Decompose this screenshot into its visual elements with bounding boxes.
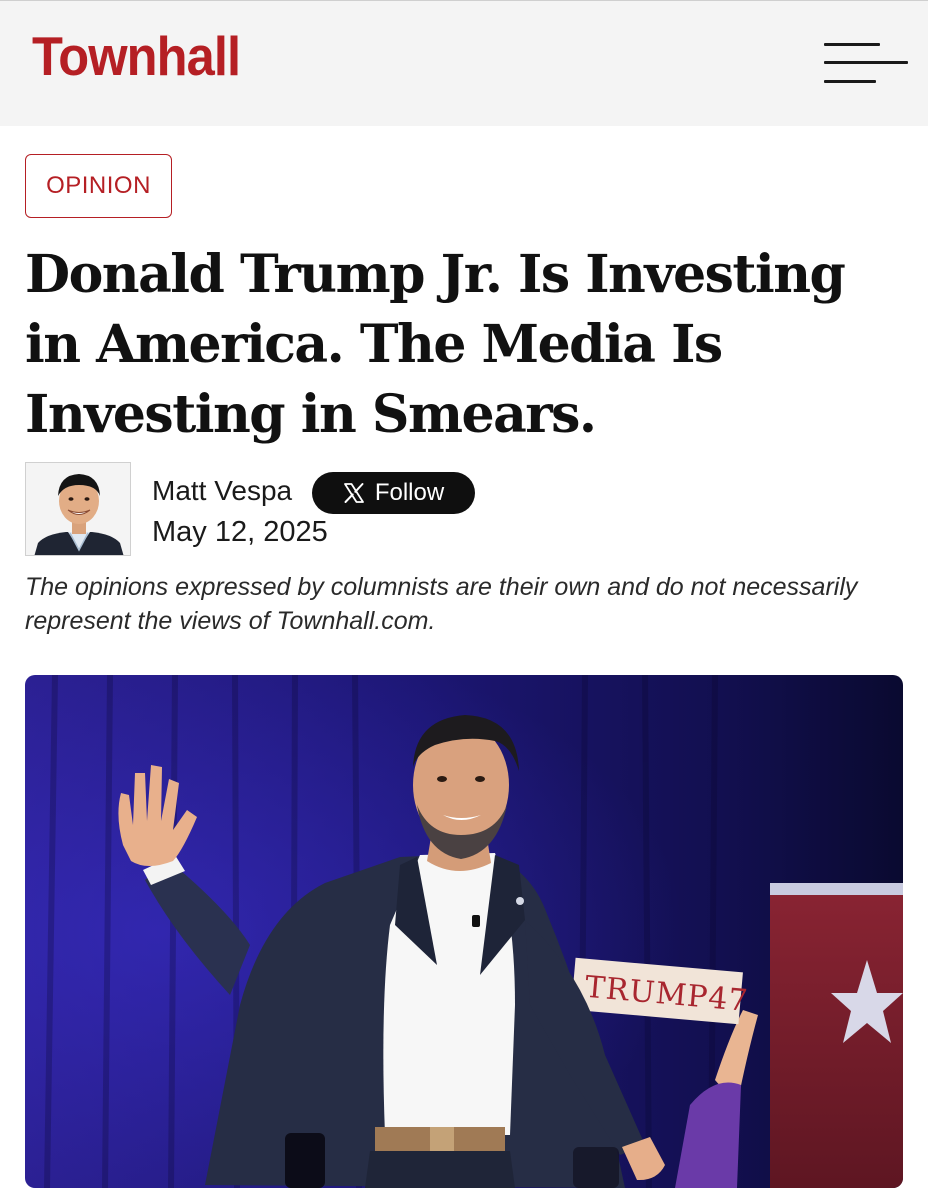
article-headline: Donald Trump Jr. Is Investing in America… <box>25 244 846 445</box>
hamburger-menu-icon[interactable] <box>818 39 910 87</box>
menu-line <box>824 43 880 46</box>
site-logo[interactable]: Townhall <box>32 29 241 84</box>
x-logo-icon <box>343 482 365 504</box>
hero-image: TRUMP47 <box>25 675 903 1188</box>
publish-date: May 12, 2025 <box>152 516 328 548</box>
section-badge-opinion[interactable]: OPINION <box>25 154 172 218</box>
follow-label: Follow <box>374 479 445 506</box>
opinion-disclaimer: The opinions expressed by columnists are… <box>25 573 858 635</box>
site-header: Townhall <box>0 0 928 126</box>
x-follow-button[interactable]: Follow <box>312 472 475 514</box>
menu-line <box>824 61 908 64</box>
menu-line <box>824 80 876 83</box>
author-avatar[interactable] <box>25 462 131 556</box>
author-name[interactable]: Matt Vespa <box>152 475 292 507</box>
